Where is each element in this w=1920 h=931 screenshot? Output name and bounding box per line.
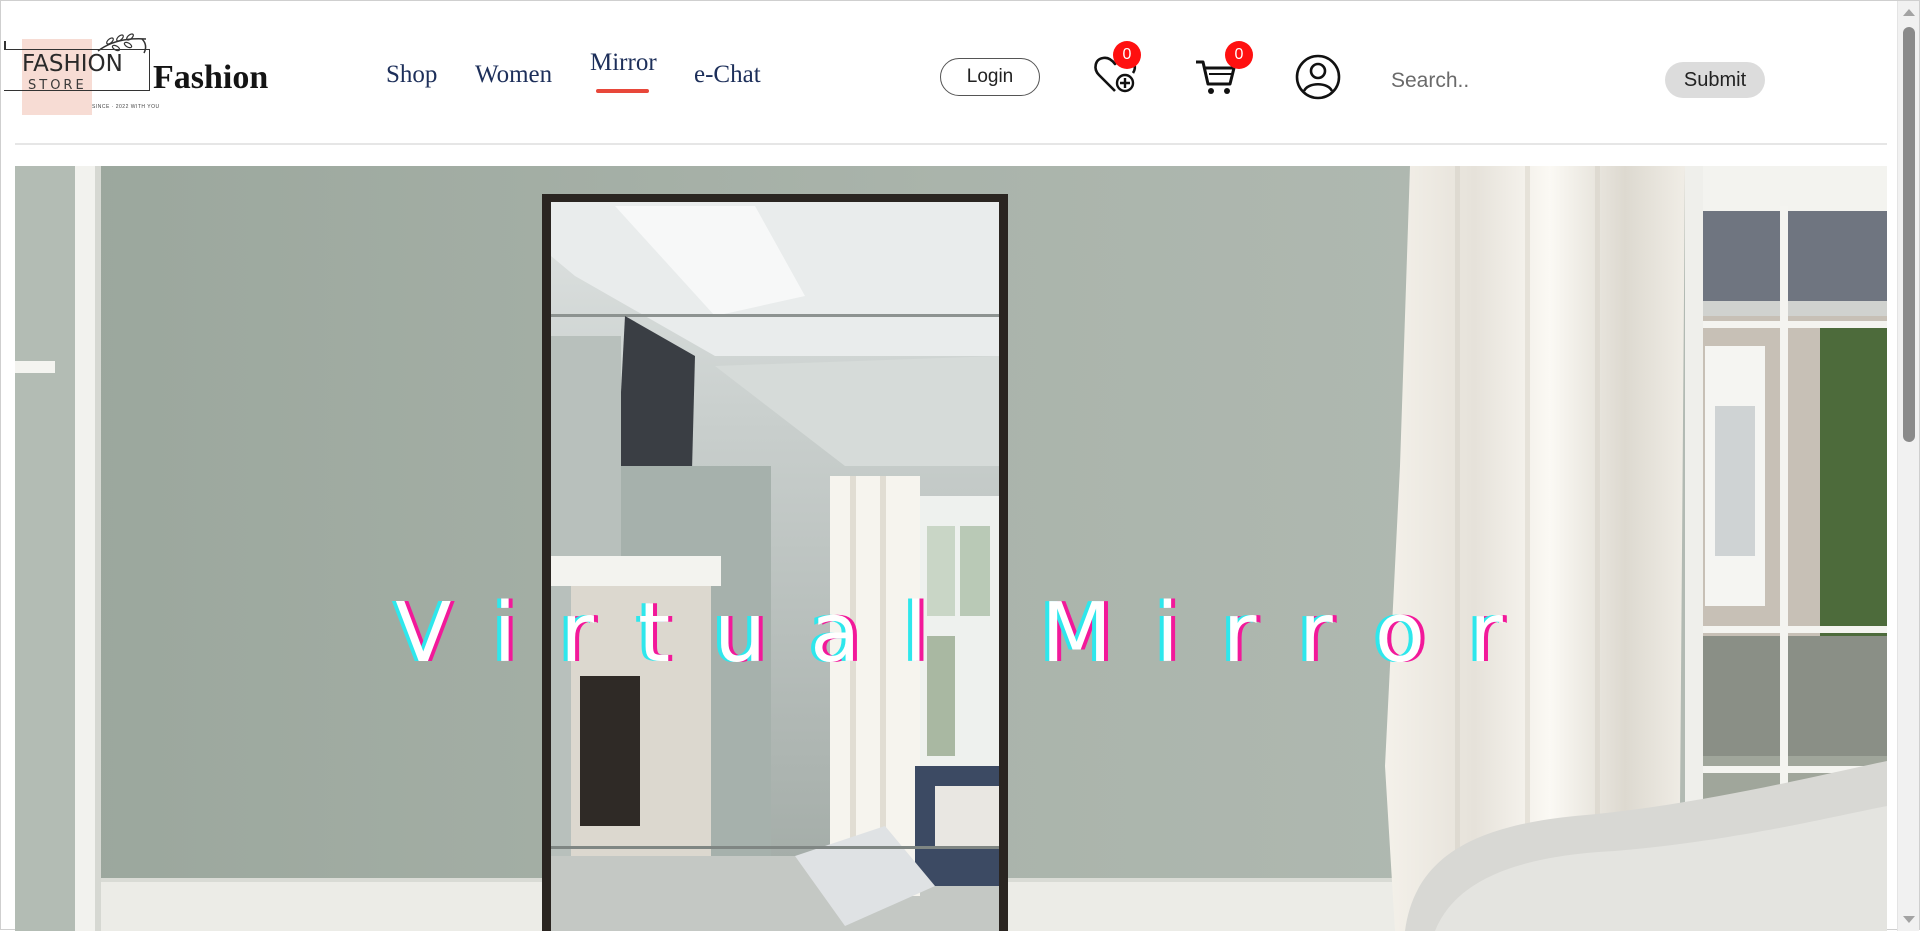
logo-tick (4, 41, 6, 49)
site-header: FASHION STORE SINCE · 2022 WITH YOU Fash… (1, 1, 1899, 145)
scroll-down-arrow-icon[interactable] (1903, 916, 1915, 923)
hero-title: Virtual Mirror (395, 586, 1547, 681)
brand-name[interactable]: Fashion (153, 59, 268, 97)
wishlist-count-badge: 0 (1113, 41, 1141, 69)
account-button[interactable] (1294, 53, 1342, 101)
nav-echat[interactable]: e-Chat (694, 61, 761, 89)
user-icon (1295, 54, 1341, 100)
scrollbar-thumb[interactable] (1903, 27, 1915, 442)
logo-text-fashion: FASHION (22, 51, 123, 77)
hero-banner: Virtual Mirror (15, 166, 1887, 931)
nav-women[interactable]: Women (475, 61, 552, 89)
header-divider (15, 143, 1887, 145)
scroll-up-arrow-icon[interactable] (1903, 9, 1915, 16)
nav-mirror[interactable]: Mirror (590, 49, 657, 77)
hero-room-image (15, 166, 1887, 931)
login-button[interactable]: Login (940, 58, 1040, 96)
logo-tagline: SINCE · 2022 WITH YOU (92, 104, 160, 110)
search-submit-button[interactable]: Submit (1665, 62, 1765, 98)
cart-count-badge: 0 (1225, 41, 1253, 69)
search-input[interactable] (1379, 61, 1629, 101)
nav-shop[interactable]: Shop (386, 61, 437, 89)
browser-window: FASHION STORE SINCE · 2022 WITH YOU Fash… (0, 0, 1920, 931)
nav-active-underline (596, 89, 649, 93)
logo-text-store: STORE (28, 78, 87, 93)
page-scrollbar[interactable] (1897, 1, 1919, 931)
logo[interactable]: FASHION STORE SINCE · 2022 WITH YOU (4, 31, 159, 117)
